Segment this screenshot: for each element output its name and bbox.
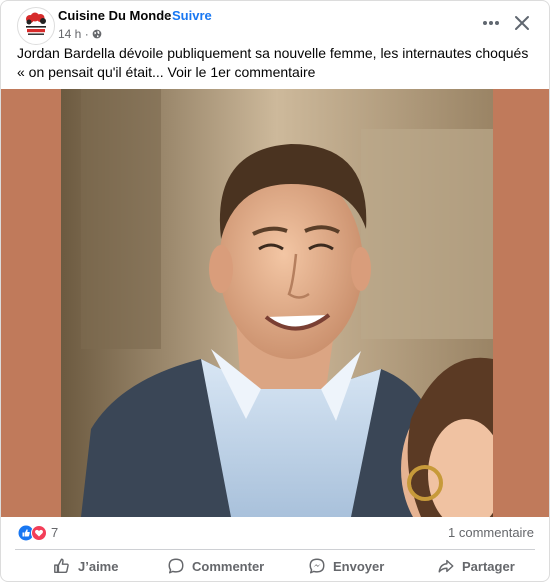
- post-photo-frame[interactable]: [1, 89, 549, 517]
- like-label: J’aime: [78, 558, 119, 574]
- post-actions: J’aime Commenter Envoyer Partager: [1, 551, 549, 581]
- comment-bubble-icon: [168, 558, 184, 574]
- follow-button[interactable]: Suivre: [172, 8, 212, 23]
- love-icon: [31, 525, 47, 541]
- reactions-bar: 7 1 commentaire: [1, 517, 549, 547]
- post-photo[interactable]: [61, 89, 493, 517]
- facebook-post: Cuisine Du Monde · Suivre 14 h · Jordan …: [0, 0, 550, 582]
- reaction-icons[interactable]: [18, 525, 48, 541]
- share-button[interactable]: Partager: [437, 555, 515, 577]
- post-header: Cuisine Du Monde · Suivre 14 h ·: [1, 1, 549, 45]
- post-text: Jordan Bardella dévoile publiquement sa …: [17, 45, 529, 80]
- close-icon[interactable]: [512, 13, 532, 33]
- messenger-icon: [309, 558, 325, 574]
- page-avatar[interactable]: [17, 7, 55, 45]
- globe-icon: [92, 29, 102, 39]
- like-button[interactable]: J’aime: [53, 555, 118, 577]
- man-portrait-image: [61, 89, 493, 517]
- actions-divider: [15, 549, 535, 550]
- name-separator: ·: [164, 8, 169, 23]
- send-button[interactable]: Envoyer: [308, 555, 384, 577]
- more-options-icon[interactable]: [479, 13, 503, 33]
- comment-label: Commenter: [192, 558, 265, 574]
- send-label: Envoyer: [333, 558, 385, 574]
- thumbs-up-icon: [54, 558, 69, 574]
- share-label: Partager: [462, 558, 515, 574]
- page-name-link[interactable]: Cuisine Du Monde: [58, 8, 171, 23]
- post-time[interactable]: 14 h ·: [58, 27, 89, 41]
- comment-button[interactable]: Commenter: [167, 555, 264, 577]
- share-arrow-icon: [438, 559, 454, 573]
- comment-count-link[interactable]: 1 commentaire: [448, 525, 534, 540]
- post-meta: 14 h ·: [58, 27, 102, 41]
- cuisine-du-monde-logo: [19, 9, 53, 43]
- reaction-count[interactable]: 7: [51, 525, 58, 540]
